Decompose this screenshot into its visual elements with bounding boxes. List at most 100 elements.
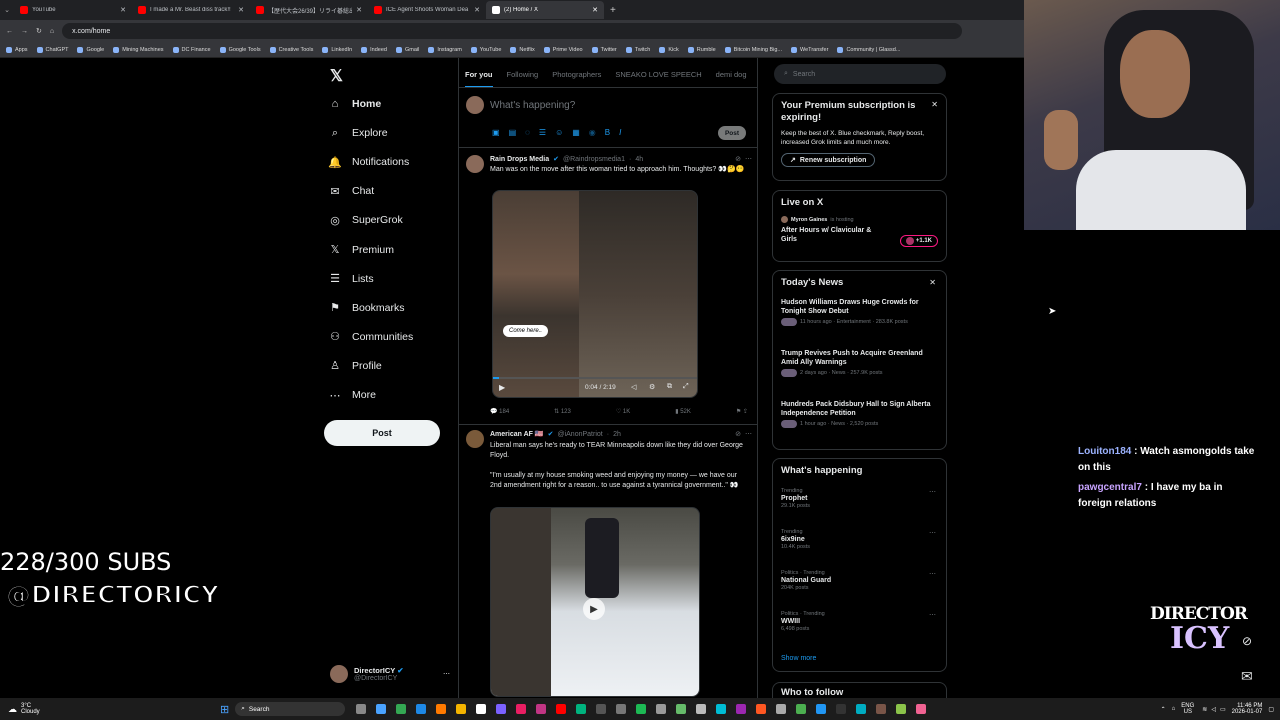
reload-icon[interactable]: ↻ [36, 27, 42, 35]
close-tab-icon[interactable]: ✕ [120, 6, 126, 14]
settings-icon[interactable]: ⚙ [649, 383, 655, 391]
sidebar-item-home[interactable]: ⌂ Home [328, 92, 458, 116]
volume-icon[interactable]: ◁ [1211, 706, 1216, 713]
show-more-link[interactable]: Show more [781, 655, 816, 662]
bookmark-item[interactable]: LinkedIn [322, 46, 352, 53]
clock[interactable]: 11:46 PM 2026-01-07 [1232, 703, 1263, 715]
italic-icon[interactable]: I [619, 128, 621, 137]
taskbar-app-icon[interactable] [916, 704, 927, 714]
taskbar-app-icon[interactable] [656, 704, 667, 714]
windows-start-icon[interactable]: ⊞ [220, 703, 229, 716]
play-icon[interactable]: ▶ [583, 598, 605, 620]
tab-search-icon[interactable]: ⌄ [0, 6, 14, 14]
sidebar-item-premium[interactable]: 𝕏 Premium [328, 238, 458, 262]
bookmark-item[interactable]: Google Tools [219, 46, 261, 53]
home-icon[interactable]: ⌂ [50, 28, 54, 35]
bookmark-item[interactable]: Indeed [361, 46, 387, 53]
share-icon[interactable]: ⇪ [743, 409, 748, 415]
wifi-icon[interactable]: ≋ [1202, 706, 1207, 713]
bookmark-item[interactable]: YouTube [470, 46, 501, 53]
close-tab-icon[interactable]: ✕ [356, 6, 362, 14]
more-icon[interactable]: ⋯ [929, 529, 936, 537]
bookmark-item[interactable]: Apps [6, 46, 28, 53]
views-button[interactable]: ▮ 52K [675, 408, 691, 415]
taskbar-app-icon[interactable] [456, 704, 467, 714]
bookmark-item[interactable]: Instagram [428, 46, 462, 53]
tweet-handle[interactable]: @Raindropsmedia1 [563, 156, 625, 163]
bookmark-item[interactable]: Community | Glassd... [837, 46, 900, 53]
tweet-time[interactable]: 4h [635, 156, 643, 163]
sidebar-item-chat[interactable]: ✉ Chat [328, 179, 458, 203]
bookmark-item[interactable]: Rumble [687, 46, 716, 53]
close-icon[interactable]: ✕ [929, 278, 936, 287]
taskbar-app-icon[interactable] [756, 704, 767, 714]
more-icon[interactable]: ⋯ [443, 670, 450, 678]
tweet-video[interactable]: ▶ [490, 507, 700, 697]
bookmark-item[interactable]: Twitter [591, 46, 617, 53]
browser-tab[interactable]: ICE Agent Shoots Woman Dea ✕ [368, 1, 486, 19]
tab-for-you[interactable]: For you [465, 62, 493, 87]
taskbar-app-icon[interactable] [796, 704, 807, 714]
sidebar-item-explore[interactable]: ⌕ Explore [328, 121, 458, 145]
post-button[interactable]: Post [324, 420, 440, 446]
trend-item[interactable]: Trending 6ix9ine 10.4K posts ⋯ [781, 529, 938, 562]
browser-tab[interactable]: (2) Home / X ✕ [486, 1, 604, 19]
notification-icon[interactable]: ▢ [1268, 706, 1274, 713]
account-switcher[interactable]: DirectorICY ✔ @DirectorICY ⋯ [330, 662, 450, 686]
taskbar-app-icon[interactable] [376, 704, 387, 714]
tweet-video[interactable]: Come here.. ▶ 0:04 / 2:19 ◁ ⚙ ⧉ ⤢ [492, 190, 698, 398]
schedule-icon[interactable]: ▦ [572, 128, 580, 137]
browser-tab[interactable]: I made a Mr. Beast diss track!! ✕ [132, 1, 250, 19]
close-tab-icon[interactable]: ✕ [592, 6, 598, 14]
search-field[interactable]: ⌕ Search [774, 64, 946, 84]
sidebar-item-lists[interactable]: ☰ Lists [328, 267, 458, 291]
x-logo-icon[interactable]: 𝕏 [330, 66, 343, 86]
sidebar-item-more[interactable]: ⋯ More [328, 383, 458, 407]
gif-icon[interactable]: ▤ [509, 128, 517, 137]
sidebar-item-communities[interactable]: ⚇ Communities [328, 325, 458, 349]
more-icon[interactable]: ⋯ [929, 611, 936, 619]
news-item[interactable]: Hundreds Pack Didsbury Hall to Sign Albe… [781, 400, 938, 441]
grok-icon[interactable]: ⊘ [735, 430, 741, 438]
trend-item[interactable]: Politics · Trending National Guard 204K po… [781, 570, 938, 603]
media-icon[interactable]: ▣ [492, 128, 500, 137]
taskbar-app-icon[interactable] [396, 704, 407, 714]
news-item[interactable]: Trump Revives Push to Acquire Greenland … [781, 349, 938, 390]
browser-tab[interactable]: YouTube ✕ [14, 1, 132, 19]
taskbar-app-icon[interactable] [896, 704, 907, 714]
bookmark-item[interactable]: WeTransfer [791, 46, 828, 53]
close-icon[interactable]: ✕ [931, 100, 938, 109]
pip-icon[interactable]: ⧉ [667, 383, 672, 391]
more-icon[interactable]: ⋯ [929, 488, 936, 496]
language-indicator[interactable]: ENG US [1181, 703, 1194, 715]
tray-chevron-icon[interactable]: ⌃ [1161, 706, 1166, 713]
weather-widget[interactable]: ☁ 3°C Cloudy [0, 703, 220, 715]
browser-tab[interactable]: 【歴代大会26/39】リライ碁総出 ✕ [250, 1, 368, 19]
tweet-time[interactable]: 2h [613, 431, 621, 438]
news-item[interactable]: Hudson Williams Draws Huge Crowds for To… [781, 298, 938, 339]
composer-post-button[interactable]: Post [718, 126, 746, 140]
tab-demi-dog[interactable]: demi dog [716, 62, 747, 87]
bookmark-item[interactable]: Creative Tools [269, 46, 313, 53]
taskbar-app-icon[interactable] [516, 704, 527, 714]
video-progress[interactable] [493, 377, 697, 379]
sidebar-item-notifications[interactable]: 🔔 Notifications [328, 150, 458, 174]
back-icon[interactable]: ← [6, 28, 13, 35]
bookmark-item[interactable]: Netflix [510, 46, 535, 53]
bookmark-item[interactable]: Twitch [625, 46, 650, 53]
play-icon[interactable]: ▶ [499, 383, 505, 392]
fullscreen-icon[interactable]: ⤢ [683, 383, 689, 391]
sidebar-item-supergrok[interactable]: ◎ SuperGrok [328, 208, 458, 232]
network-icon[interactable]: ⌂ [1172, 706, 1176, 712]
sidebar-item-profile[interactable]: ♙ Profile [328, 354, 458, 378]
taskbar-app-icon[interactable] [676, 704, 687, 714]
tweet-author[interactable]: American AF 🇺🇸 [490, 430, 544, 438]
close-tab-icon[interactable]: ✕ [474, 6, 480, 14]
tab-photographers[interactable]: Photographers [552, 62, 601, 87]
taskbar-app-icon[interactable] [496, 704, 507, 714]
taskbar-app-icon[interactable] [816, 704, 827, 714]
bookmark-icon[interactable]: ⚑ [736, 409, 741, 415]
sidebar-item-bookmarks[interactable]: ⚑ Bookmarks [328, 296, 458, 320]
taskbar-app-icon[interactable] [596, 704, 607, 714]
bold-icon[interactable]: B [605, 128, 610, 137]
